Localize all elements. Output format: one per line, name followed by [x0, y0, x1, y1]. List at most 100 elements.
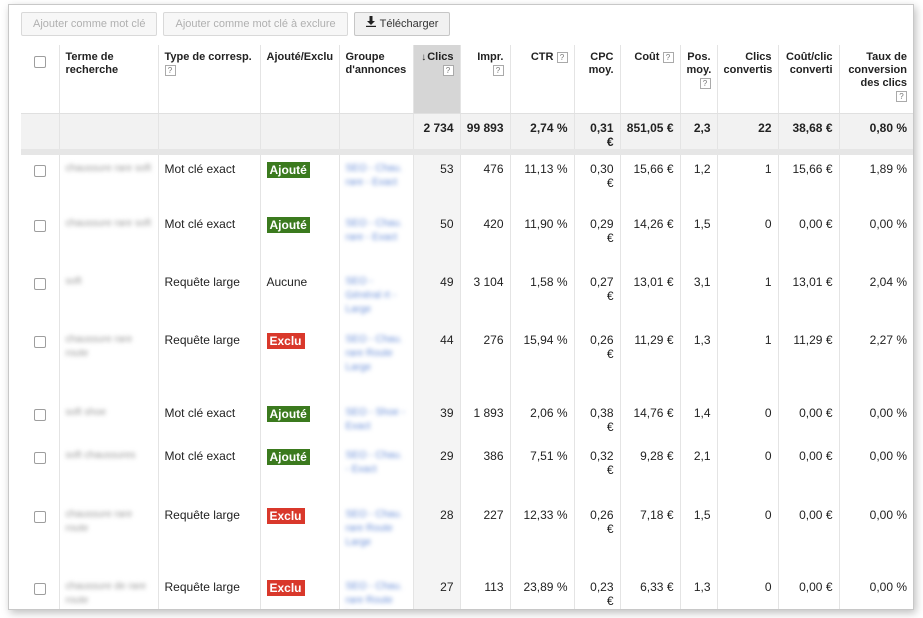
table-row: chaussure rare route Requête large Exclu SE…	[21, 500, 913, 573]
avg-position-cell: 1,5	[680, 209, 718, 268]
avg-position-cell: 1,3	[680, 572, 718, 609]
col-header-ctr[interactable]: CTR ?	[510, 45, 575, 114]
cost-per-conversion-cell: 0,00 €	[778, 398, 840, 442]
clicks-cell: 44	[413, 325, 461, 399]
status-text: Aucune	[266, 274, 308, 289]
sort-down-arrow-icon: ↓	[421, 52, 427, 63]
impressions-cell: 420	[460, 209, 511, 268]
col-header-added-excluded[interactable]: Ajouté/Exclu	[260, 45, 340, 114]
match-type-cell: Requête large	[158, 267, 261, 326]
row-checkbox[interactable]	[33, 510, 46, 523]
col-header-impressions[interactable]: Impr.?	[460, 45, 511, 114]
help-icon[interactable]: ?	[699, 78, 711, 89]
avg-position-cell: 2,1	[680, 441, 718, 501]
table-row: chaussure rare soft Mot clé exact Ajouté SE…	[21, 209, 913, 268]
cost-per-conversion-cell: 13,01 €	[778, 267, 840, 326]
row-checkbox[interactable]	[33, 451, 46, 464]
avg-cpc-cell: 0,29 €	[574, 209, 621, 268]
col-header-converted-clicks[interactable]: Clics convertis	[717, 45, 779, 114]
converted-clicks-cell: 1	[717, 267, 779, 326]
total-ctr: 2,74 %	[510, 113, 575, 155]
row-checkbox-cell	[21, 209, 60, 268]
col-header-conversion-rate[interactable]: Taux de conversion des clics?	[839, 45, 913, 114]
ctr-cell: 12,33 %	[510, 500, 575, 573]
cost-per-conversion-cell: 15,66 €	[778, 151, 840, 210]
help-icon[interactable]: ?	[442, 65, 454, 76]
row-checkbox-cell	[21, 572, 60, 609]
row-checkbox-cell	[21, 325, 60, 399]
status-cell: Ajouté	[260, 151, 340, 210]
ad-group-cell: SEO - Chau. rare Route Large	[339, 325, 414, 399]
add-keyword-button[interactable]: Ajouter comme mot clé	[21, 12, 158, 36]
ad-group-link[interactable]: SEO - Shoe - Exact	[346, 406, 407, 434]
col-header-match-type[interactable]: Type de corresp.?	[158, 45, 261, 114]
impressions-cell: 3 104	[460, 267, 511, 326]
cost-cell: 15,66 €	[620, 151, 681, 210]
ad-group-cell: SEO - Chau. - Exact	[339, 441, 414, 501]
col-header-avg-cpc[interactable]: CPC moy.	[574, 45, 621, 114]
row-checkbox[interactable]	[33, 219, 46, 232]
search-term-text: soft	[65, 275, 82, 287]
download-button[interactable]: Télécharger	[353, 12, 451, 36]
row-checkbox-cell	[21, 398, 60, 442]
ad-group-link[interactable]: SEO - Chau. rare - Exact	[346, 217, 407, 245]
help-icon[interactable]: ?	[556, 52, 568, 63]
search-terms-table: Terme de recherche Type de corresp.? Ajo…	[21, 45, 913, 610]
ad-group-link[interactable]: SEO - Chau. rare Route Large	[346, 333, 407, 375]
row-checkbox-cell	[21, 267, 60, 326]
search-term-text: soft chaussures	[65, 449, 136, 461]
col-header-ad-group[interactable]: Groupe d'annonces	[339, 45, 414, 114]
download-icon	[365, 13, 376, 35]
ad-group-link[interactable]: SEO - Chau. rare - Exact	[346, 162, 407, 190]
impressions-cell: 227	[460, 500, 511, 573]
row-checkbox[interactable]	[33, 582, 46, 595]
ctr-cell: 11,90 %	[510, 209, 575, 268]
ad-group-link[interactable]: SEO - Général rt - Large	[346, 275, 407, 317]
row-checkbox[interactable]	[33, 277, 46, 290]
search-term-cell: soft	[59, 267, 159, 326]
table-row: chaussure rare route Requête large Exclu SE…	[21, 325, 913, 399]
status-cell: Exclu	[260, 572, 340, 609]
ctr-cell: 11,13 %	[510, 151, 575, 210]
ad-group-cell: SEO - Shoe - Exact	[339, 398, 414, 442]
col-header-clicks[interactable]: ↓Clics?	[413, 45, 461, 114]
total-avg-position: 2,3	[680, 113, 718, 155]
ad-group-link[interactable]: SEO - Chau. rare Route Large	[346, 580, 407, 610]
search-term-text: chaussure rare route	[65, 508, 133, 534]
table-row: soft shoe Mot clé exact Ajouté SEO - Shoe -…	[21, 398, 913, 442]
search-term-text: soft shoe	[65, 406, 107, 418]
total-converted-clicks: 22	[717, 113, 779, 155]
ctr-cell: 23,89 %	[510, 572, 575, 609]
conversion-rate-cell: 2,04 %	[869, 274, 907, 289]
help-icon[interactable]: ?	[492, 65, 504, 76]
ad-group-cell: SEO - Chau. rare Route Large	[339, 500, 414, 573]
search-term-cell: soft chaussures	[59, 441, 159, 501]
col-header-cost-per-conversion[interactable]: Coût/clic converti	[778, 45, 840, 114]
impressions-cell: 476	[460, 151, 511, 210]
col-header-avg-position[interactable]: Pos. moy.?	[680, 45, 718, 114]
select-all-checkbox-cell	[21, 45, 60, 114]
match-type-cell: Mot clé exact	[158, 398, 261, 442]
toolbar: Ajouter comme mot clé Ajouter comme mot …	[21, 12, 451, 38]
add-negative-keyword-button[interactable]: Ajouter comme mot clé à exclure	[163, 12, 348, 36]
ad-group-link[interactable]: SEO - Chau. - Exact	[346, 449, 407, 477]
row-checkbox[interactable]	[33, 164, 46, 177]
cost-cell: 14,76 €	[620, 398, 681, 442]
total-cost-per-conversion: 38,68 €	[778, 113, 840, 155]
row-checkbox[interactable]	[33, 335, 46, 348]
search-term-cell: chaussure rare route	[59, 325, 159, 399]
select-all-checkbox[interactable]	[33, 56, 46, 68]
ctr-cell: 7,51 %	[510, 441, 575, 501]
avg-cpc-cell: 0,26 €	[574, 500, 621, 573]
avg-position-cell: 1,5	[680, 500, 718, 573]
avg-cpc-cell: 0,30 €	[574, 151, 621, 210]
conversion-rate-cell: 0,00 %	[869, 579, 907, 594]
ad-group-link[interactable]: SEO - Chau. rare Route Large	[346, 508, 407, 550]
row-checkbox[interactable]	[33, 408, 46, 421]
col-header-cost[interactable]: Coût ?	[620, 45, 681, 114]
col-header-term[interactable]: Terme de recherche	[59, 45, 159, 114]
match-type-cell: Mot clé exact	[158, 441, 261, 501]
help-icon[interactable]: ?	[662, 52, 674, 63]
help-icon[interactable]: ?	[164, 65, 176, 76]
help-icon[interactable]: ?	[896, 91, 907, 102]
